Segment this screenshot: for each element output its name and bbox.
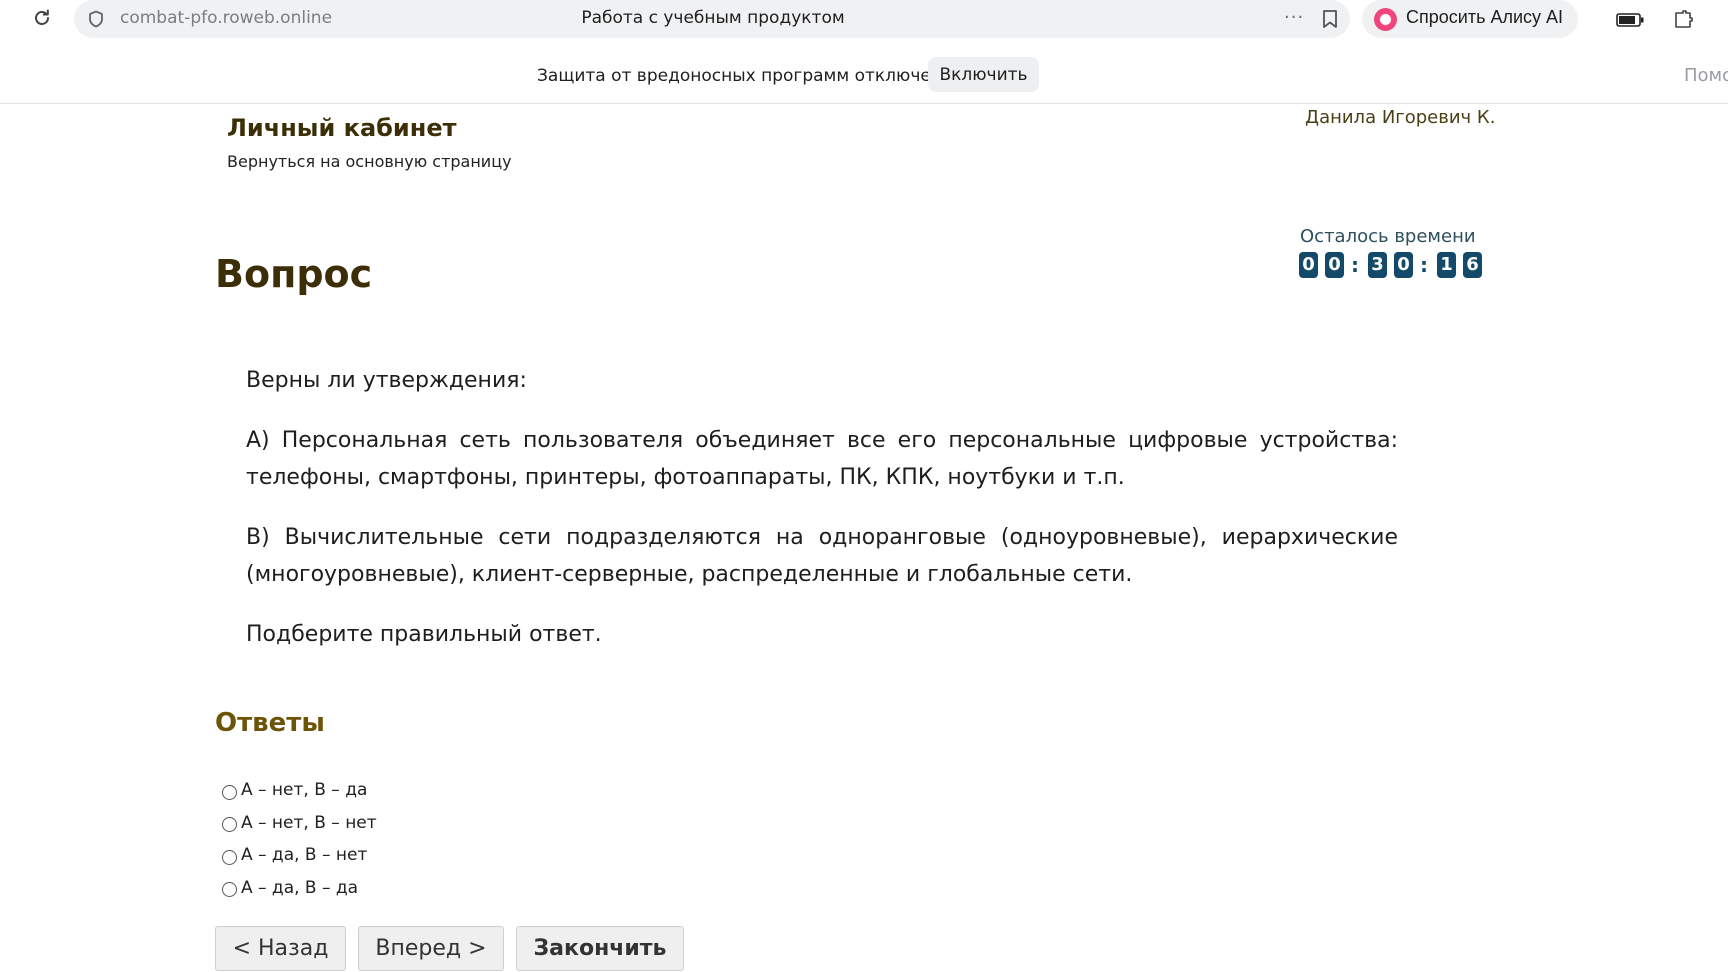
timer-digit: 0 <box>1394 251 1413 278</box>
extensions-icon[interactable] <box>1672 8 1696 32</box>
answer-radio[interactable] <box>222 849 237 865</box>
tab-title: Работа с учебным продуктом <box>581 8 845 28</box>
answer-radio[interactable] <box>222 817 237 833</box>
question-paragraph: В) Вычислительные сети подразделяются на… <box>246 525 1398 587</box>
question-paragraph: А) Персональная сеть пользователя объеди… <box>246 428 1398 490</box>
answers-title: Ответы <box>215 708 325 738</box>
infobar-message: Защита от вредоносных программ отключена <box>537 66 953 86</box>
answer-label[interactable]: А – нет, В – да <box>241 780 367 800</box>
ask-alice-button[interactable]: Спросить Алису AI <box>1362 0 1578 38</box>
more-icon[interactable]: ··· <box>1284 7 1304 28</box>
question-title: Вопрос <box>215 252 373 296</box>
timer-digit: 0 <box>1325 251 1344 278</box>
back-button[interactable]: < Назад <box>215 926 346 971</box>
question-paragraph: Верны ли утверждения: <box>246 368 527 393</box>
answer-option[interactable]: А – нет, В – да <box>222 774 377 807</box>
finish-button[interactable]: Закончить <box>516 926 684 971</box>
browser-toolbar: combat-pfo.roweb.online Работа с учебным… <box>0 0 1728 38</box>
answer-options: А – нет, В – да А – нет, В – нет А – да,… <box>222 774 377 904</box>
timer-separator: : <box>1420 252 1428 277</box>
alice-icon <box>1374 8 1397 31</box>
question-paragraph: Подберите правильный ответ. <box>246 622 602 647</box>
answer-label[interactable]: А – да, В – нет <box>241 845 367 865</box>
battery-icon <box>1616 12 1644 27</box>
timer-digit: 1 <box>1437 251 1456 278</box>
timer-digit: 0 <box>1299 251 1318 278</box>
next-button[interactable]: Вперед > <box>358 926 504 971</box>
cabinet-title: Личный кабинет <box>227 114 457 142</box>
help-link[interactable]: Помощь <box>1684 65 1728 86</box>
answer-option[interactable]: А – да, В – да <box>222 872 377 905</box>
answer-radio[interactable] <box>222 882 237 898</box>
answer-option[interactable]: А – нет, В – нет <box>222 807 377 840</box>
timer-digit: 3 <box>1368 251 1387 278</box>
back-to-main-link[interactable]: Вернуться на основную страницу <box>227 152 512 171</box>
timer-digit: 6 <box>1463 251 1482 278</box>
answer-radio[interactable] <box>222 784 237 800</box>
question-text: Верны ли утверждения: А) Персональная се… <box>246 362 1398 676</box>
ask-alice-label: Спросить Алису AI <box>1406 7 1564 27</box>
enable-protection-button[interactable]: Включить <box>928 57 1039 92</box>
timer-separator: : <box>1351 252 1359 277</box>
bookmark-icon[interactable] <box>1320 8 1340 30</box>
user-name: Данила Игоревич К. <box>1305 107 1496 128</box>
answer-option[interactable]: А – да, В – нет <box>222 839 377 872</box>
answer-label[interactable]: А – нет, В – нет <box>241 813 377 833</box>
countdown-timer: 0 0 : 3 0 : 1 6 <box>1299 251 1489 278</box>
timer-label: Осталось времени <box>1300 226 1476 247</box>
answer-label[interactable]: А – да, В – да <box>241 878 358 898</box>
security-infobar: Защита от вредоносных программ отключена… <box>0 54 1728 104</box>
